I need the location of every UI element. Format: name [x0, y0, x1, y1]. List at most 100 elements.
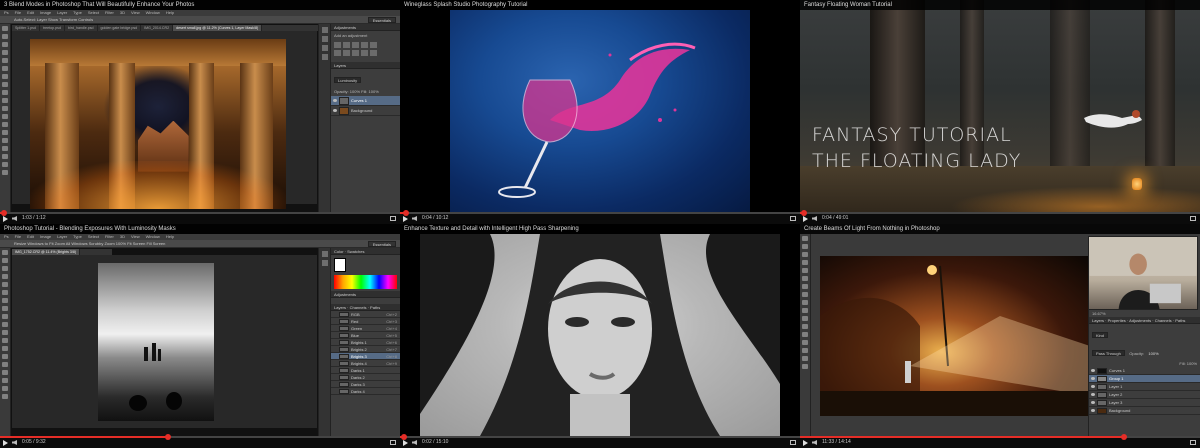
- menu-item[interactable]: 3D: [120, 10, 125, 15]
- healing-tool-icon[interactable]: [2, 298, 8, 303]
- channel-row[interactable]: Green Ctrl+4: [331, 325, 400, 332]
- brightness-icon[interactable]: [334, 42, 341, 48]
- pen-tool-icon[interactable]: [2, 354, 8, 359]
- move-tool-icon[interactable]: [802, 236, 808, 241]
- crop-tool-icon[interactable]: [802, 268, 808, 273]
- marquee-tool-icon[interactable]: [802, 244, 808, 249]
- seek-bar[interactable]: [400, 436, 800, 438]
- eyedropper-tool-icon[interactable]: [802, 276, 808, 281]
- blend-mode-select[interactable]: Luminosity: [334, 77, 362, 83]
- volume-icon[interactable]: [412, 440, 417, 445]
- layer-row[interactable]: Layer 3: [1089, 399, 1200, 407]
- channel-row[interactable]: Blue Ctrl+5: [331, 332, 400, 339]
- color-panel-tab[interactable]: Color · Swatches: [331, 248, 400, 255]
- layer-row[interactable]: Layer 1: [1089, 383, 1200, 391]
- lasso-tool-icon[interactable]: [2, 42, 8, 47]
- type-tool-icon[interactable]: [2, 138, 8, 143]
- fill-value[interactable]: 100%: [1187, 361, 1197, 366]
- properties-tab[interactable]: Properties: [1108, 318, 1126, 323]
- eye-icon[interactable]: [1091, 409, 1095, 412]
- options-text[interactable]: Resize Windows to Fit Zoom All Windows S…: [14, 241, 165, 246]
- kind-filter-select[interactable]: Kind: [1092, 332, 1109, 338]
- menu-item[interactable]: Filter: [105, 234, 114, 239]
- gradient-tool-icon[interactable]: [2, 114, 8, 119]
- history-icon[interactable]: [321, 27, 328, 33]
- seek-bar[interactable]: [0, 212, 400, 214]
- menu-item[interactable]: File: [15, 234, 21, 239]
- dodge-tool-icon[interactable]: [802, 332, 808, 337]
- lasso-tool-icon[interactable]: [802, 252, 808, 257]
- lasso-tool-icon[interactable]: [2, 266, 8, 271]
- eye-icon[interactable]: [1091, 393, 1095, 396]
- brush-panel-icon[interactable]: [321, 45, 328, 51]
- shape-tool-icon[interactable]: [2, 378, 8, 383]
- menu-item[interactable]: Image: [40, 10, 51, 15]
- menu-item[interactable]: View: [131, 234, 140, 239]
- volume-icon[interactable]: [12, 216, 17, 221]
- channel-row[interactable]: Brights 2 Ctrl+7: [331, 346, 400, 353]
- dodge-tool-icon[interactable]: [2, 122, 8, 127]
- layers-tab[interactable]: Layers: [334, 305, 346, 310]
- healing-tool-icon[interactable]: [802, 284, 808, 289]
- color-spectrum[interactable]: [334, 275, 397, 289]
- menu-item[interactable]: Ps: [4, 234, 9, 239]
- volume-icon[interactable]: [12, 440, 17, 445]
- pen-tool-icon[interactable]: [802, 340, 808, 345]
- menu-item[interactable]: Window: [146, 234, 160, 239]
- menu-item[interactable]: View: [131, 10, 140, 15]
- move-tool-icon[interactable]: [2, 26, 8, 31]
- levels-icon[interactable]: [343, 42, 350, 48]
- channel-row[interactable]: Red Ctrl+3: [331, 318, 400, 325]
- play-icon[interactable]: [3, 440, 8, 446]
- menu-item[interactable]: Layer: [57, 10, 67, 15]
- gradient-tool-icon[interactable]: [802, 324, 808, 329]
- clone-tool-icon[interactable]: [2, 314, 8, 319]
- video-title[interactable]: Fantasy Floating Woman Tutorial: [800, 0, 1200, 10]
- eye-icon[interactable]: [1091, 377, 1095, 380]
- paths-tab[interactable]: Paths: [1175, 318, 1185, 323]
- menu-item[interactable]: Window: [146, 10, 160, 15]
- play-icon[interactable]: [803, 440, 808, 446]
- play-icon[interactable]: [403, 440, 408, 446]
- layers-panel-tab[interactable]: Layers: [331, 62, 400, 69]
- menu-item[interactable]: Help: [166, 10, 174, 15]
- blend-mode-select[interactable]: Pass Through: [1092, 350, 1125, 356]
- video-tile-wineglass[interactable]: Wineglass Splash Studio Photography Tuto…: [400, 0, 800, 224]
- crop-tool-icon[interactable]: [2, 58, 8, 63]
- video-tile-luminosity[interactable]: Photoshop Tutorial - Blending Exposures …: [0, 224, 400, 448]
- channel-row[interactable]: Darks 4: [331, 388, 400, 395]
- video-title[interactable]: Create Beams Of Light From Nothing in Ph…: [800, 224, 1200, 234]
- menu-item[interactable]: Layer: [57, 234, 67, 239]
- opacity-value[interactable]: 100%: [350, 89, 360, 94]
- photo-filter-icon[interactable]: [361, 50, 368, 56]
- zoom-tool-icon[interactable]: [802, 364, 808, 369]
- video-title[interactable]: Photoshop Tutorial - Blending Exposures …: [0, 224, 400, 234]
- eraser-tool-icon[interactable]: [2, 106, 8, 111]
- move-tool-icon[interactable]: [2, 250, 8, 255]
- channel-row-selected[interactable]: Brights 3 Ctrl+8: [331, 353, 400, 360]
- channels-tab[interactable]: Channels: [1155, 318, 1172, 323]
- fullscreen-icon[interactable]: [790, 440, 796, 445]
- properties-icon[interactable]: [321, 36, 328, 42]
- channel-mixer-icon[interactable]: [370, 50, 377, 56]
- channel-row[interactable]: RGB Ctrl+2: [331, 311, 400, 318]
- volume-icon[interactable]: [412, 216, 417, 221]
- marquee-tool-icon[interactable]: [2, 258, 8, 263]
- clone-tool-icon[interactable]: [2, 90, 8, 95]
- quick-select-tool-icon[interactable]: [2, 274, 8, 279]
- pen-tool-icon[interactable]: [2, 130, 8, 135]
- video-tile-high-pass[interactable]: Enhance Texture and Detail with Intellig…: [400, 224, 800, 448]
- seek-bar[interactable]: [800, 212, 1200, 214]
- eyedropper-tool-icon[interactable]: [2, 66, 8, 71]
- foreground-color-swatch[interactable]: [334, 258, 346, 272]
- video-title[interactable]: 3 Blend Modes in Photoshop That Will Bea…: [0, 0, 400, 10]
- channel-row[interactable]: Brights 1 Ctrl+6: [331, 339, 400, 346]
- history-icon[interactable]: [321, 251, 328, 257]
- layers-tab[interactable]: Layers: [1092, 318, 1104, 323]
- adjustments-tab[interactable]: Adjustments: [1129, 318, 1151, 323]
- channels-tab[interactable]: Channels: [350, 305, 367, 310]
- workspace-select[interactable]: Essentials: [367, 241, 396, 247]
- layer-row[interactable]: Background: [1089, 407, 1200, 415]
- hand-tool-icon[interactable]: [802, 356, 808, 361]
- zoom-tool-icon[interactable]: [2, 170, 8, 175]
